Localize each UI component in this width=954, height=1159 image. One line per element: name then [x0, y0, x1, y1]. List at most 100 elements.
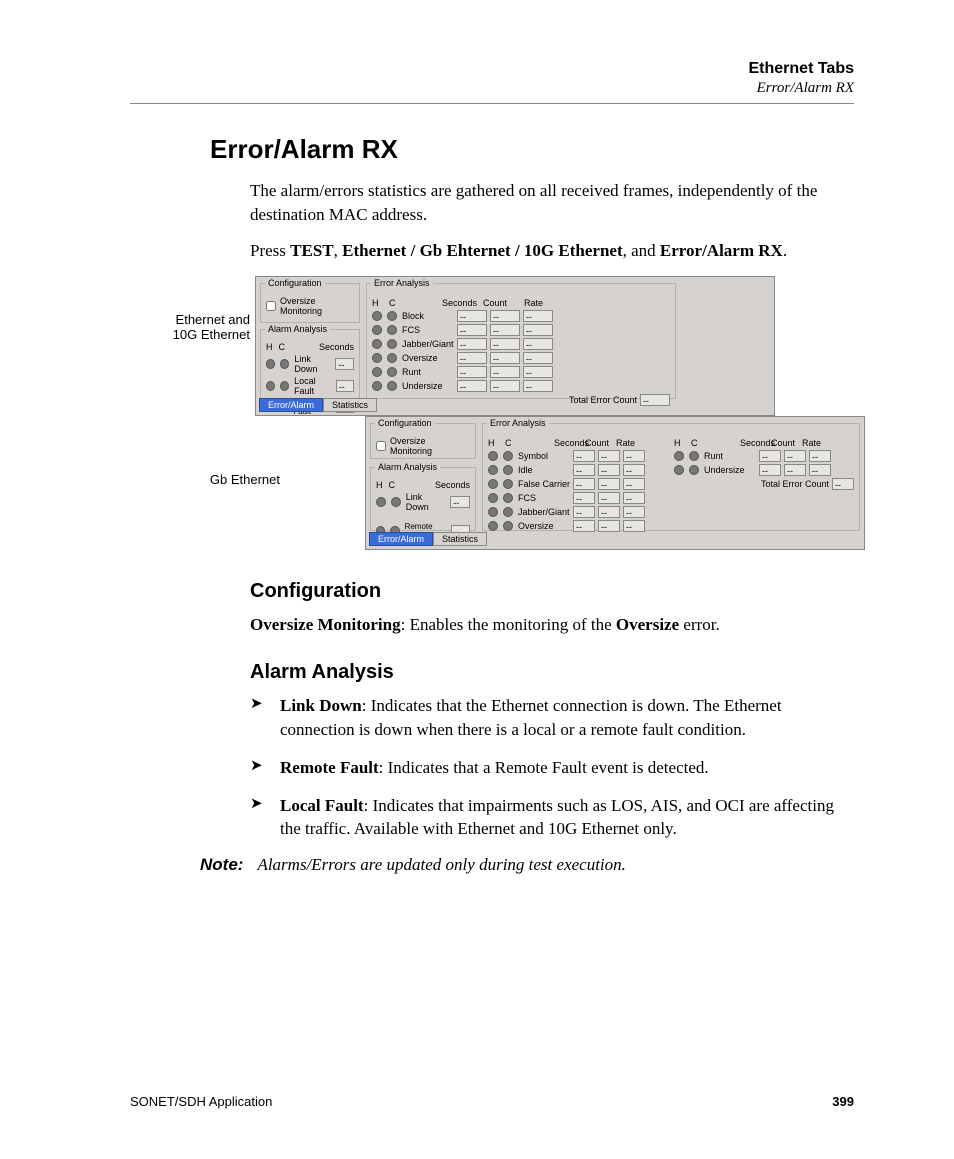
error-row-block: Block------: [372, 310, 670, 322]
value-field: --: [490, 352, 520, 364]
error-row-fcs: FCS------: [488, 492, 668, 504]
header-rule: [130, 103, 854, 104]
error-row-undersize: Undersize------: [674, 464, 854, 476]
error-row-jabber: Jabber/Giant------: [488, 506, 668, 518]
col-h: H: [372, 298, 386, 308]
error-analysis-group: Error Analysis HCSecondsCountRate Block-…: [366, 283, 676, 399]
term: Local Fault: [280, 796, 364, 815]
tab-error-alarm[interactable]: Error/Alarm: [369, 532, 433, 546]
col-h: H: [674, 438, 688, 448]
list-item: Local Fault: Indicates that impairments …: [250, 794, 854, 842]
col-h: H: [488, 438, 502, 448]
text: Ethernet and: [140, 312, 250, 327]
value-field: --: [623, 464, 645, 476]
alarm-row-link-down: Link Down--: [376, 492, 470, 512]
text: Press: [250, 241, 290, 260]
value-field: --: [573, 520, 595, 532]
value-field: --: [784, 450, 806, 462]
tab-statistics[interactable]: Statistics: [433, 532, 487, 546]
label: Idle: [518, 465, 570, 475]
value-field: --: [450, 496, 470, 508]
value-field: --: [336, 380, 354, 392]
press-instruction: Press TEST, Ethernet / Gb Ehternet / 10G…: [250, 239, 854, 263]
value-field: --: [598, 520, 620, 532]
config-group: Configuration Oversize Monitoring: [260, 283, 360, 323]
label: Jabber/Giant: [518, 507, 570, 517]
led-icon: [372, 325, 382, 335]
col-count: Count: [585, 438, 613, 448]
text: : Enables the monitoring of the: [401, 615, 616, 634]
value-field: --: [457, 324, 487, 336]
tab-statistics[interactable]: Statistics: [323, 398, 377, 412]
led-icon: [372, 353, 382, 363]
label: Link Down: [406, 492, 447, 512]
led-icon: [372, 381, 382, 391]
value-field: --: [490, 366, 520, 378]
led-icon: [280, 359, 289, 369]
tab-error-alarm[interactable]: Error/Alarm: [259, 398, 323, 412]
label: False Carrier: [518, 479, 570, 489]
oversize-checkbox[interactable]: Oversize Monitoring: [376, 436, 470, 456]
error-row-total: Total Error Count--: [372, 394, 670, 406]
config-group: Configuration Oversize Monitoring: [370, 423, 476, 459]
text: .: [783, 241, 787, 260]
led-icon: [372, 339, 382, 349]
checkbox-icon[interactable]: [266, 301, 276, 311]
led-icon: [387, 311, 397, 321]
value-field: --: [809, 464, 831, 476]
checkbox-icon[interactable]: [376, 441, 386, 451]
value-field: --: [759, 450, 781, 462]
value-field: --: [598, 492, 620, 504]
col-count: Count: [483, 298, 521, 308]
text: : Indicates that impairments such as LOS…: [280, 796, 834, 839]
value-field: --: [573, 492, 595, 504]
label: Oversize: [518, 521, 570, 531]
value-field: --: [523, 366, 553, 378]
note-text: Alarms/Errors are updated only during te…: [257, 855, 625, 875]
group-title: Configuration: [375, 418, 435, 428]
checkbox-label: Oversize Monitoring: [280, 296, 354, 316]
error-row-fcs: FCS------: [372, 324, 670, 336]
term: Link Down: [280, 696, 362, 715]
alarm-analysis-group: Alarm Analysis HCSeconds Link Down-- Loc…: [260, 329, 360, 399]
led-icon: [376, 497, 386, 507]
error-row-jabber: Jabber/Giant------: [372, 338, 670, 350]
label: Total Error Count: [761, 479, 829, 489]
value-field: --: [598, 450, 620, 462]
value-field: --: [457, 338, 487, 350]
value-field: --: [623, 492, 645, 504]
heading-alarm-analysis: Alarm Analysis: [250, 661, 854, 684]
led-icon: [372, 311, 382, 321]
footer-left: SONET/SDH Application: [130, 1094, 272, 1109]
oversize-checkbox[interactable]: Oversize Monitoring: [266, 296, 354, 316]
led-icon: [488, 521, 498, 531]
led-icon: [266, 381, 275, 391]
group-title: Error Analysis: [371, 278, 433, 288]
col-c: C: [389, 298, 439, 308]
value-field: --: [598, 478, 620, 490]
label: Symbol: [518, 451, 570, 461]
col-c: C: [691, 438, 737, 448]
led-icon: [674, 465, 684, 475]
text: , and: [623, 241, 660, 260]
value-field: --: [523, 380, 553, 392]
label: Total Error Count: [569, 395, 637, 405]
value-field: --: [573, 450, 595, 462]
value-field: --: [457, 352, 487, 364]
error-row-runt: Runt------: [674, 450, 854, 462]
term: Oversize: [616, 615, 679, 634]
value-field: --: [523, 338, 553, 350]
col-c: C: [279, 342, 286, 352]
config-text: Oversize Monitoring: Enables the monitor…: [250, 613, 854, 637]
led-icon: [488, 507, 498, 517]
led-icon: [488, 493, 498, 503]
label: Runt: [402, 367, 454, 377]
annotation-gb-ethernet: Gb Ethernet: [170, 472, 280, 487]
led-icon: [689, 465, 699, 475]
alarm-list: Link Down: Indicates that the Ethernet c…: [250, 694, 854, 841]
kw-error-alarm: Error/Alarm RX: [660, 241, 783, 260]
col-seconds: Seconds: [442, 298, 480, 308]
label: Oversize: [402, 353, 454, 363]
value-field: --: [573, 464, 595, 476]
led-icon: [387, 367, 397, 377]
